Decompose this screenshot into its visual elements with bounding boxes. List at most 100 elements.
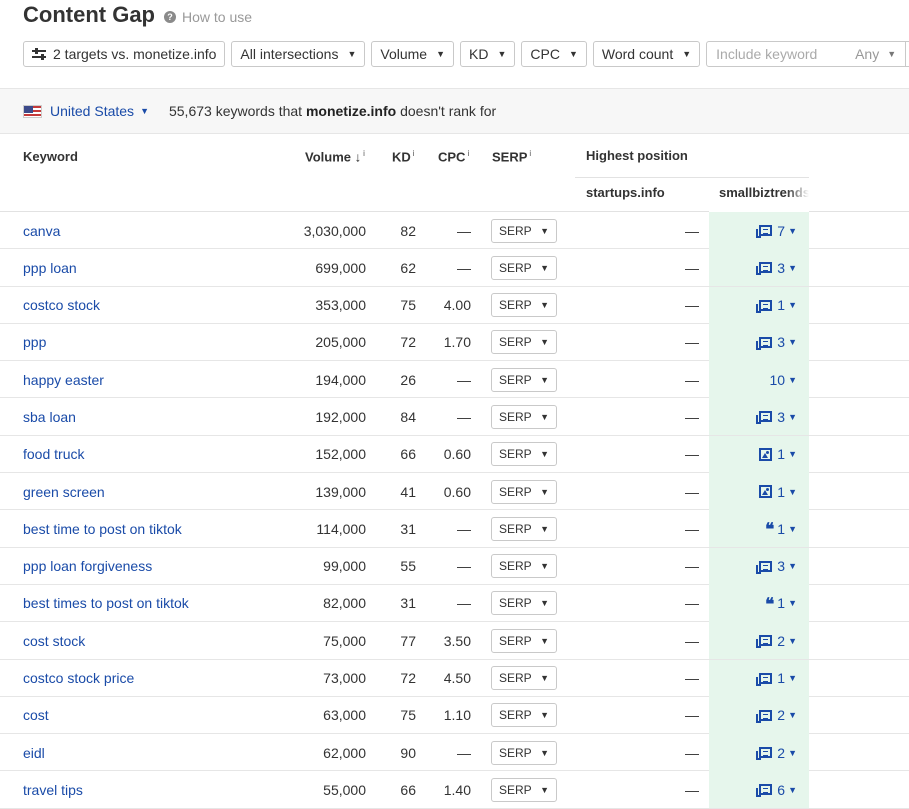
volume-value: 152,000 [315,446,366,463]
smallbiz-position[interactable]: 10 ▼ [709,361,809,399]
how-to-use-link[interactable]: ? How to use [164,9,252,25]
keyword-scope-dropdown[interactable]: Any ▼ [855,46,896,62]
startups-position: — [685,744,699,761]
serp-cell: SERP ▼ [491,473,557,510]
header-keyword[interactable]: Keyword [23,149,78,164]
keyword-link[interactable]: ppp [23,324,46,361]
keyword-link[interactable]: best times to post on tiktok [23,585,189,622]
volume-filter[interactable]: Volume ▼ [371,41,455,67]
smallbiz-position[interactable]: ❝ 1 ▼ [709,510,809,548]
position-value: 7 [777,222,786,239]
kd-value: 72 [400,334,416,351]
keyword-link[interactable]: canva [23,212,60,249]
smallbiz-position[interactable]: 1 ▼ [709,286,809,324]
keyword-link[interactable]: costco stock price [23,660,134,697]
cpc-value: — [457,259,471,276]
table-row: costco stock 353,000 75 4.00 SERP ▼ —1 ▼ [0,286,909,324]
serp-button[interactable]: SERP ▼ [491,255,557,280]
kd-value: 75 [400,707,416,724]
smallbiz-position[interactable]: 3 ▼ [709,547,809,585]
keyword-link[interactable]: cost stock [23,622,85,659]
serp-button[interactable]: SERP ▼ [491,367,557,392]
keyword-link[interactable]: food truck [23,436,84,473]
intersections-dropdown[interactable]: All intersections ▼ [231,41,366,67]
keyword-link[interactable]: costco stock [23,287,100,324]
position-value: 1 [777,483,786,500]
keyword-link[interactable]: travel tips [23,771,83,808]
caret-down-icon: ▼ [540,784,549,795]
serp-button[interactable]: SERP ▼ [491,628,557,653]
keyword-link[interactable]: ppp loan forgiveness [23,548,152,585]
info-icon[interactable]: i [467,149,469,158]
serp-button[interactable]: SERP ▼ [491,777,557,802]
smallbiz-position[interactable]: 2 ▼ [709,734,809,772]
featured-snippet-icon: ❝ [765,520,774,541]
cpc-value: 4.50 [443,670,471,687]
position-value: 3 [777,558,786,575]
serp-button[interactable]: SERP ▼ [491,666,557,691]
header-startups[interactable]: startups.info [586,185,665,200]
intersections-label: All intersections [240,46,339,62]
how-to-use-label: How to use [182,9,253,25]
header-volume[interactable]: Volume ↓ i [305,149,365,164]
summary-text-end: doesn't rank for [400,103,497,119]
targets-button[interactable]: 2 targets vs. monetize.info [23,41,226,67]
kd-value: 66 [400,781,416,798]
serp-cell: SERP ▼ [491,287,557,324]
country-selector[interactable]: United States ▼ [50,103,149,119]
smallbiz-position[interactable]: 3 ▼ [709,398,809,436]
page-title: Content Gap [23,2,155,27]
caret-down-icon: ▼ [540,673,549,684]
serp-button[interactable]: SERP ▼ [491,293,557,318]
serp-button[interactable]: SERP ▼ [491,330,557,355]
keyword-link[interactable]: cost [23,697,49,734]
keyword-link[interactable]: best time to post on tiktok [23,510,182,547]
cpc-value: 0.60 [443,446,471,463]
caret-down-icon: ▼ [788,225,797,236]
smallbiz-position[interactable]: 2 ▼ [709,622,809,660]
serp-cell: SERP ▼ [491,734,557,771]
caret-down-icon: ▼ [540,561,549,572]
serp-button[interactable]: SERP ▼ [491,479,557,504]
header-cpc[interactable]: CPC i [438,149,469,164]
keyword-link[interactable]: green screen [23,473,105,510]
serp-button[interactable]: SERP ▼ [491,591,557,616]
keyword-link[interactable]: sba loan [23,398,76,435]
word-count-filter-label: Word count [601,46,674,62]
info-icon[interactable]: i [413,149,415,158]
table-row: happy easter 194,000 26— SERP ▼ —10 ▼ [0,361,909,399]
table-row: green screen 139,000 41 0.60 SERP ▼ —1 ▼ [0,473,909,511]
cpc-filter[interactable]: CPC ▼ [521,41,587,67]
keyword-link[interactable]: ppp loan [23,249,77,286]
kd-value: 26 [400,371,416,388]
smallbiz-position[interactable]: 1 ▼ [709,659,809,697]
kd-filter[interactable]: KD ▼ [460,41,516,67]
startups-position: — [685,558,699,575]
serp-button[interactable]: SERP ▼ [491,703,557,728]
serp-button[interactable]: SERP ▼ [491,516,557,541]
serp-button-label: SERP [499,223,532,238]
header-kd[interactable]: KD i [392,149,415,164]
smallbiz-position[interactable]: ❝ 1 ▼ [709,584,809,622]
word-count-filter[interactable]: Word count ▼ [592,41,701,67]
smallbiz-position[interactable]: 3 ▼ [709,249,809,287]
serp-button[interactable]: SERP ▼ [491,218,557,243]
smallbiz-position[interactable]: 6 ▼ [709,771,809,809]
smallbiz-position[interactable]: 1 ▼ [709,435,809,473]
serp-button[interactable]: SERP ▼ [491,442,557,467]
include-keyword-input[interactable]: Include keyword Any ▼ [706,41,907,67]
caret-down-icon: ▼ [788,673,797,684]
keyword-link[interactable]: happy easter [23,361,104,398]
header-smallbiz[interactable]: smallbiztrends [719,185,809,200]
serp-button[interactable]: SERP ▼ [491,404,557,429]
serp-button[interactable]: SERP ▼ [491,740,557,765]
smallbiz-position[interactable]: 1 ▼ [709,473,809,511]
info-icon[interactable]: i [529,149,531,158]
smallbiz-position[interactable]: 3 ▼ [709,323,809,361]
serp-button[interactable]: SERP ▼ [491,554,557,579]
smallbiz-position[interactable]: 2 ▼ [709,696,809,734]
keyword-link[interactable]: eidl [23,734,45,771]
info-icon[interactable]: i [363,149,365,158]
smallbiz-position[interactable]: 7 ▼ [709,212,809,249]
filter-bar: 2 targets vs. monetize.info All intersec… [23,41,909,67]
